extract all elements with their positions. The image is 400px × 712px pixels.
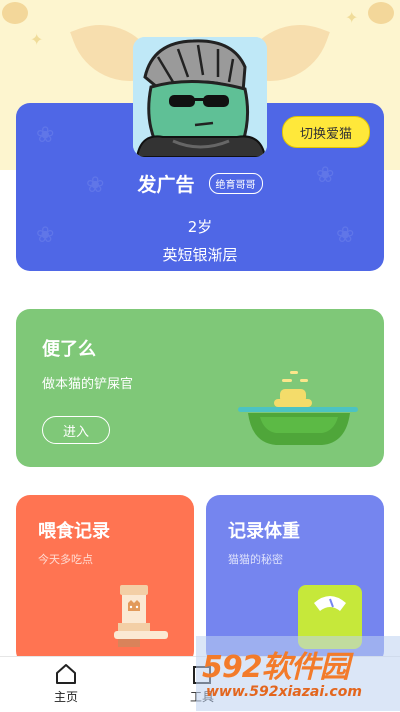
feeding-card-subtitle: 今天多吃点 — [38, 553, 93, 566]
pet-name-row: 发广告 绝育哥哥 — [0, 170, 400, 197]
feeding-record-card[interactable]: 喂食记录 今天多吃点 — [16, 495, 194, 665]
feeding-card-title: 喂食记录 — [38, 521, 110, 542]
bell-icon — [2, 2, 28, 24]
paw-icon: ❀ — [36, 123, 55, 148]
litter-box-icon — [238, 371, 358, 445]
sparkle-icon: ✦ — [345, 8, 359, 27]
watermark-brand: 592软件园 — [202, 650, 350, 685]
tab-home[interactable]: 主页 — [26, 663, 106, 705]
home-icon — [56, 664, 76, 684]
watermark-url: www.592xiazai.com — [206, 684, 362, 700]
weight-card-subtitle: 猫猫的秘密 — [228, 553, 283, 566]
litter-card-subtitle: 做本猫的铲屎官 — [42, 377, 134, 392]
pet-name: 发广告 — [137, 174, 195, 196]
pet-status-badge: 绝育哥哥 — [208, 173, 263, 194]
pet-age: 2岁 — [187, 218, 213, 236]
pet-avatar-illustration — [133, 37, 267, 157]
bell-icon — [368, 2, 394, 24]
litter-card[interactable]: 便了么 做本猫的铲屎官 进入 — [16, 309, 384, 467]
sparkle-icon: ✦ — [30, 30, 44, 49]
tab-home-label: 主页 — [53, 690, 78, 704]
food-dispenser-icon — [114, 585, 168, 647]
watermark: 592软件园 www.592xiazai.com — [196, 636, 400, 711]
pet-avatar[interactable] — [133, 37, 267, 157]
enter-button[interactable]: 进入 — [42, 416, 110, 444]
pet-breed: 英短银渐层 — [162, 246, 238, 264]
weight-card-title: 记录体重 — [228, 521, 300, 542]
litter-card-title: 便了么 — [42, 339, 96, 360]
switch-pet-button[interactable]: 切换爱猫 — [282, 116, 370, 148]
